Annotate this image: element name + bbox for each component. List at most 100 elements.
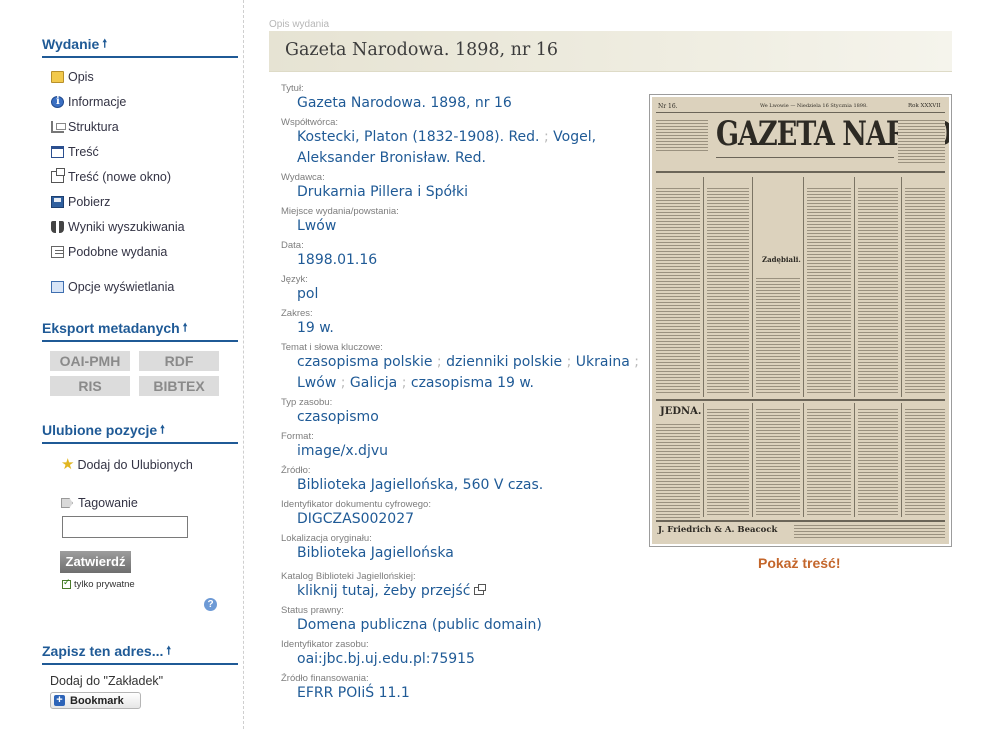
plus-icon: + [54,695,65,706]
thumb-footer: J. Friedrich & A. Beacock [658,525,778,535]
keyword-link[interactable]: czasopisma 19 w. [411,375,534,391]
sidebar-item-label: Treść [68,145,99,159]
submit-button[interactable]: Zatwierdź [60,551,131,573]
documents-icon [51,246,64,258]
separator: ; [432,354,447,370]
thumb-year: Rok XXXVII [908,103,941,109]
bookmark-button-label: Bookmark [70,694,124,707]
field-value[interactable]: czasopismo [297,407,641,428]
export-bibtex-button[interactable]: BIBTEX [139,376,219,396]
separator: ; [539,129,554,145]
sidebar-item-tresc-nowe-okno[interactable]: Treść (nowe okno) [51,168,171,186]
field-value[interactable]: EFRR POIiŚ 11.1 [297,683,641,704]
arrow-up-icon[interactable]: 🠕 [183,322,188,334]
field-zakres: Zakres: 19 w. [281,308,641,339]
binoculars-icon [51,221,64,233]
export-oai-pmh-button[interactable]: OAI-PMH [50,351,130,371]
thumb-notice: JEDNA. [660,406,702,417]
arrow-up-icon[interactable]: 🠕 [160,424,165,436]
field-value[interactable]: pol [297,284,641,305]
keyword-link[interactable]: czasopisma polskie [297,354,432,370]
export-rdf-button[interactable]: RDF [139,351,219,371]
catalog-link[interactable]: kliknij tutaj, żeby przejść [297,583,470,599]
field-value[interactable]: Biblioteka Jagiellońska [297,543,641,564]
add-to-favorites-label: Dodaj do Ulubionych [77,458,193,472]
sidebar-item-label: Opcje wyświetlania [68,280,175,294]
field-typ: Typ zasobu: czasopismo [281,397,641,428]
keyword-link[interactable]: Ukraina [576,354,630,370]
private-only-checkbox[interactable] [62,577,71,589]
keyword-link[interactable]: dzienniki polskie [446,354,562,370]
field-tytul: Tytuł: Gazeta Narodowa. 1898, nr 16 [281,83,641,114]
field-finansowanie: Źródło finansowania: EFRR POIiŚ 11.1 [281,673,641,704]
title-bar: Gazeta Narodowa. 1898, nr 16 [269,31,952,72]
export-ris-button[interactable]: RIS [50,376,130,396]
field-format: Format: image/x.djvu [281,431,641,462]
arrow-up-icon[interactable]: 🠕 [166,645,171,657]
tag-input[interactable] [62,516,188,538]
breadcrumb: Opis wydania [269,19,330,30]
book-icon [51,146,64,158]
field-status: Status prawny: Domena publiczna (public … [281,605,641,636]
sidebar-item-tresc[interactable]: Treść [51,143,99,161]
display-options-icon [51,281,64,293]
contributor-link[interactable]: Kostecki, Platon (1832-1908). Red. [297,129,540,145]
field-value[interactable]: Drukarnia Pillera i Spółki [297,182,641,203]
field-zrodlo: Źródło: Biblioteka Jagiellońska, 560 V c… [281,465,641,496]
add-to-favorites-link[interactable]: ★ Dodaj do Ulubionych [61,457,193,472]
page-title: Gazeta Narodowa. 1898, nr 16 [285,40,559,60]
bookmark-button[interactable]: + Bookmark [50,692,141,709]
keyword-link[interactable]: Lwów [297,375,336,391]
separator: ; [336,375,350,391]
sidebar-item-podobne-wydania[interactable]: Podobne wydania [51,243,167,261]
field-katalog: Katalog Biblioteki Jagiellońskiej: klikn… [281,571,641,602]
newspaper-thumbnail[interactable]: Nr 16. We Lwowie — Niedziela 16 Stycznia… [649,94,952,547]
field-value: Gazeta Narodowa. 1898, nr 16 [297,95,512,111]
sidebar-item-label: Struktura [68,120,119,134]
field-value[interactable]: Domena publiczna (public domain) [297,615,641,636]
sidebar-item-wyniki-wyszukiwania[interactable]: Wyniki wyszukiwania [51,218,185,236]
sidebar-item-label: Pobierz [68,195,111,209]
info-icon [51,96,64,108]
show-content-link[interactable]: Pokaż treść! [758,555,840,571]
field-value[interactable]: Biblioteka Jagiellońska, 560 V czas. [297,475,641,496]
field-value[interactable]: 19 w. [297,318,641,339]
field-value[interactable]: image/x.djvu [297,441,641,462]
help-icon[interactable]: ? [204,598,217,611]
section-heading-label: Zapisz ten adres... [42,643,164,659]
field-wydawca: Wydawca: Drukarnia Pillera i Spółki [281,172,641,203]
sidebar-item-pobierz[interactable]: Pobierz [51,193,110,211]
new-window-icon[interactable] [474,584,487,595]
sidebar-item-opis[interactable]: Opis [51,68,94,86]
section-heading-save-address[interactable]: Zapisz ten adres... 🠕 [42,643,238,665]
field-value: Kostecki, Platon (1832-1908). Red. ; Vog… [297,127,641,169]
separator: ; [562,354,576,370]
field-value: kliknij tutaj, żeby przejść [297,581,641,602]
bookmark-text: Dodaj do "Zakładek" [50,674,164,688]
section-heading-wydanie[interactable]: Wydanie 🠕 [42,36,238,58]
field-value[interactable]: 1898.01.16 [297,250,641,271]
field-miejsce: Miejsce wydania/powstania: Lwów [281,206,641,237]
sidebar-item-informacje[interactable]: Informacje [51,93,126,111]
keyword-link[interactable]: Galicja [350,375,397,391]
newspaper-page: Nr 16. We Lwowie — Niedziela 16 Stycznia… [652,97,949,544]
private-only-label: tylko prywatne [74,579,135,590]
field-value[interactable]: Lwów [297,216,641,237]
sidebar-item-label: Wyniki wyszukiwania [68,220,185,234]
description-icon [51,71,64,83]
section-heading-favorites[interactable]: Ulubione pozycje 🠕 [42,422,238,444]
save-icon [51,196,64,208]
sidebar-item-struktura[interactable]: Struktura [51,118,119,136]
tagging-label-row: Tagowanie [61,496,138,510]
thumb-section: Zadębiali. [762,255,801,264]
field-wspoltworca: Współtwórca: Kostecki, Platon (1832-1908… [281,117,641,169]
sidebar-item-opcje-wyswietlania[interactable]: Opcje wyświetlania [51,278,174,296]
field-temat: Temat i słowa kluczowe: czasopisma polsk… [281,342,641,394]
field-id-zasobu: Identyfikator zasobu: oai:jbc.bj.uj.edu.… [281,639,641,670]
arrow-up-icon[interactable]: 🠕 [102,38,107,50]
private-only-checkbox-row[interactable]: tylko prywatne [62,577,135,590]
field-lokalizacja: Lokalizacja oryginału: Biblioteka Jagiel… [281,533,641,564]
field-value: DIGCZAS002027 [297,511,415,527]
section-heading-label: Wydanie [42,36,100,52]
section-heading-export[interactable]: Eksport metadanych 🠕 [42,320,238,342]
